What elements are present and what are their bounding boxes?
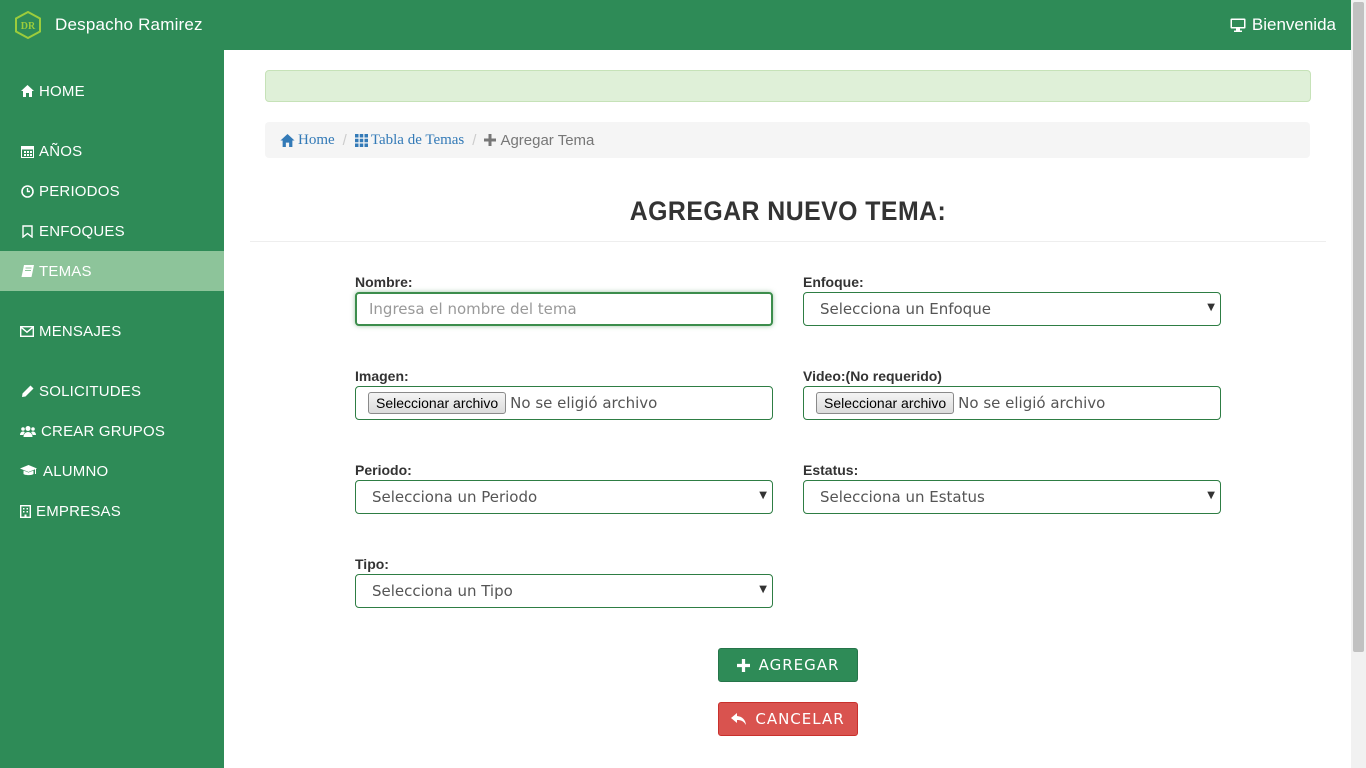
chevron-down-icon: ▼ — [1207, 302, 1215, 313]
imagen-file-button[interactable]: Seleccionar archivo — [368, 392, 507, 414]
sidebar-item-label: EMPRESAS — [36, 502, 121, 520]
sidebar-item-temas[interactable]: TEMAS — [0, 251, 224, 291]
enfoque-selected-value: Selecciona un Enfoque — [820, 300, 991, 318]
scrollbar-thumb[interactable] — [1353, 2, 1364, 652]
chevron-down-icon: ▼ — [759, 490, 767, 501]
nombre-input[interactable]: Ingresa el nombre del tema — [355, 292, 773, 326]
alert-message — [265, 70, 1311, 102]
periodo-selected-value: Selecciona un Periodo — [372, 488, 538, 506]
page-title: AGREGAR NUEVO TEMA: — [629, 196, 947, 226]
building-icon — [20, 504, 31, 518]
sidebar-item-label: HOME — [39, 82, 85, 100]
sidebar-item-label: PERIODOS — [39, 182, 120, 200]
sidebar-item-periodos[interactable]: PERIODOS — [0, 171, 224, 211]
users-icon — [20, 424, 36, 438]
sidebar: HOME AÑOS PERIODOS ENFOQUES TEMAS MENSAJ… — [0, 50, 224, 768]
breadcrumb-separator: / — [342, 131, 347, 149]
grid-icon — [354, 133, 368, 147]
breadcrumb-table-link[interactable]: Tabla de Temas — [354, 131, 465, 149]
sidebar-item-label: ENFOQUES — [39, 222, 125, 240]
plus-icon — [484, 134, 497, 146]
imagen-file-status: No se eligió archivo — [510, 394, 658, 412]
enfoque-select[interactable]: Selecciona un Enfoque ▼ — [803, 292, 1221, 326]
imagen-label: Imagen: — [355, 368, 409, 384]
envelope-icon — [20, 324, 34, 338]
reply-icon — [731, 713, 747, 725]
nombre-placeholder: Ingresa el nombre del tema — [369, 300, 577, 318]
breadcrumb-home-label: Home — [298, 131, 335, 148]
periodo-label: Periodo: — [355, 462, 412, 478]
pencil-icon — [20, 384, 34, 398]
breadcrumb-current: Agregar Tema — [484, 132, 594, 149]
chevron-down-icon: ▼ — [759, 584, 767, 595]
cancelar-button-label: CANCELAR — [755, 710, 845, 728]
estatus-select[interactable]: Selecciona un Estatus ▼ — [803, 480, 1221, 514]
home-icon — [20, 84, 34, 98]
video-file-input[interactable]: Seleccionar archivo No se eligió archivo — [803, 386, 1221, 420]
brand[interactable]: DR Despacho Ramirez — [14, 11, 203, 39]
sidebar-item-mensajes[interactable]: MENSAJES — [0, 311, 224, 351]
desktop-icon — [1230, 18, 1246, 32]
logo-icon: DR — [15, 11, 41, 39]
sidebar-item-home[interactable]: HOME — [0, 71, 224, 111]
sidebar-item-label: CREAR GRUPOS — [41, 422, 166, 440]
sidebar-item-empresas[interactable]: EMPRESAS — [0, 491, 224, 531]
bookmark-icon — [20, 224, 34, 238]
welcome-menu[interactable]: Bienvenida — [1230, 15, 1336, 35]
agregar-button[interactable]: AGREGAR — [718, 648, 858, 682]
logo-text: DR — [21, 21, 36, 32]
breadcrumb-table-label: Tabla de Temas — [370, 131, 465, 148]
plus-icon — [736, 658, 750, 672]
tipo-select[interactable]: Selecciona un Tipo ▼ — [355, 574, 773, 608]
video-file-status: No se eligió archivo — [958, 394, 1106, 412]
welcome-label: Bienvenida — [1251, 15, 1336, 34]
sidebar-item-label: SOLICITUDES — [39, 382, 142, 400]
home-icon — [280, 133, 295, 147]
tipo-label: Tipo: — [355, 556, 389, 572]
cancelar-button[interactable]: CANCELAR — [718, 702, 858, 736]
sidebar-item-label: AÑOS — [39, 142, 83, 160]
sidebar-item-label: ALUMNO — [43, 462, 109, 480]
graduation-cap-icon — [20, 464, 37, 478]
sidebar-item-solicitudes[interactable]: SOLICITUDES — [0, 371, 224, 411]
breadcrumb-current-label: Agregar Tema — [500, 131, 595, 149]
imagen-file-input[interactable]: Seleccionar archivo No se eligió archivo — [355, 386, 773, 420]
brand-name: Despacho Ramirez — [55, 15, 203, 34]
periodo-select[interactable]: Selecciona un Periodo ▼ — [355, 480, 773, 514]
sidebar-item-alumno[interactable]: ALUMNO — [0, 451, 224, 491]
sidebar-item-enfoques[interactable]: ENFOQUES — [0, 211, 224, 251]
sidebar-item-crear-grupos[interactable]: CREAR GRUPOS — [0, 411, 224, 451]
agregar-button-label: AGREGAR — [758, 656, 840, 674]
nombre-label: Nombre: — [355, 274, 413, 290]
calendar-icon — [20, 144, 34, 158]
top-navbar: DR Despacho Ramirez Bienvenida — [0, 0, 1351, 50]
video-file-button[interactable]: Seleccionar archivo — [816, 392, 955, 414]
clock-icon — [20, 184, 34, 198]
breadcrumb-separator: / — [472, 131, 477, 149]
book-icon — [20, 264, 34, 278]
estatus-label: Estatus: — [803, 462, 859, 478]
breadcrumb: Home / Tabla de Temas / Agregar Tema — [265, 122, 1310, 158]
video-label: Video:(No requerido) — [803, 368, 942, 384]
title-divider — [250, 241, 1326, 242]
estatus-selected-value: Selecciona un Estatus — [820, 488, 985, 506]
enfoque-label: Enfoque: — [803, 274, 864, 290]
sidebar-item-label: MENSAJES — [39, 322, 122, 340]
chevron-down-icon: ▼ — [1207, 490, 1215, 501]
sidebar-item-anos[interactable]: AÑOS — [0, 131, 224, 171]
breadcrumb-home-link[interactable]: Home — [280, 132, 335, 149]
sidebar-item-label: TEMAS — [39, 262, 92, 280]
tipo-selected-value: Selecciona un Tipo — [372, 582, 513, 600]
